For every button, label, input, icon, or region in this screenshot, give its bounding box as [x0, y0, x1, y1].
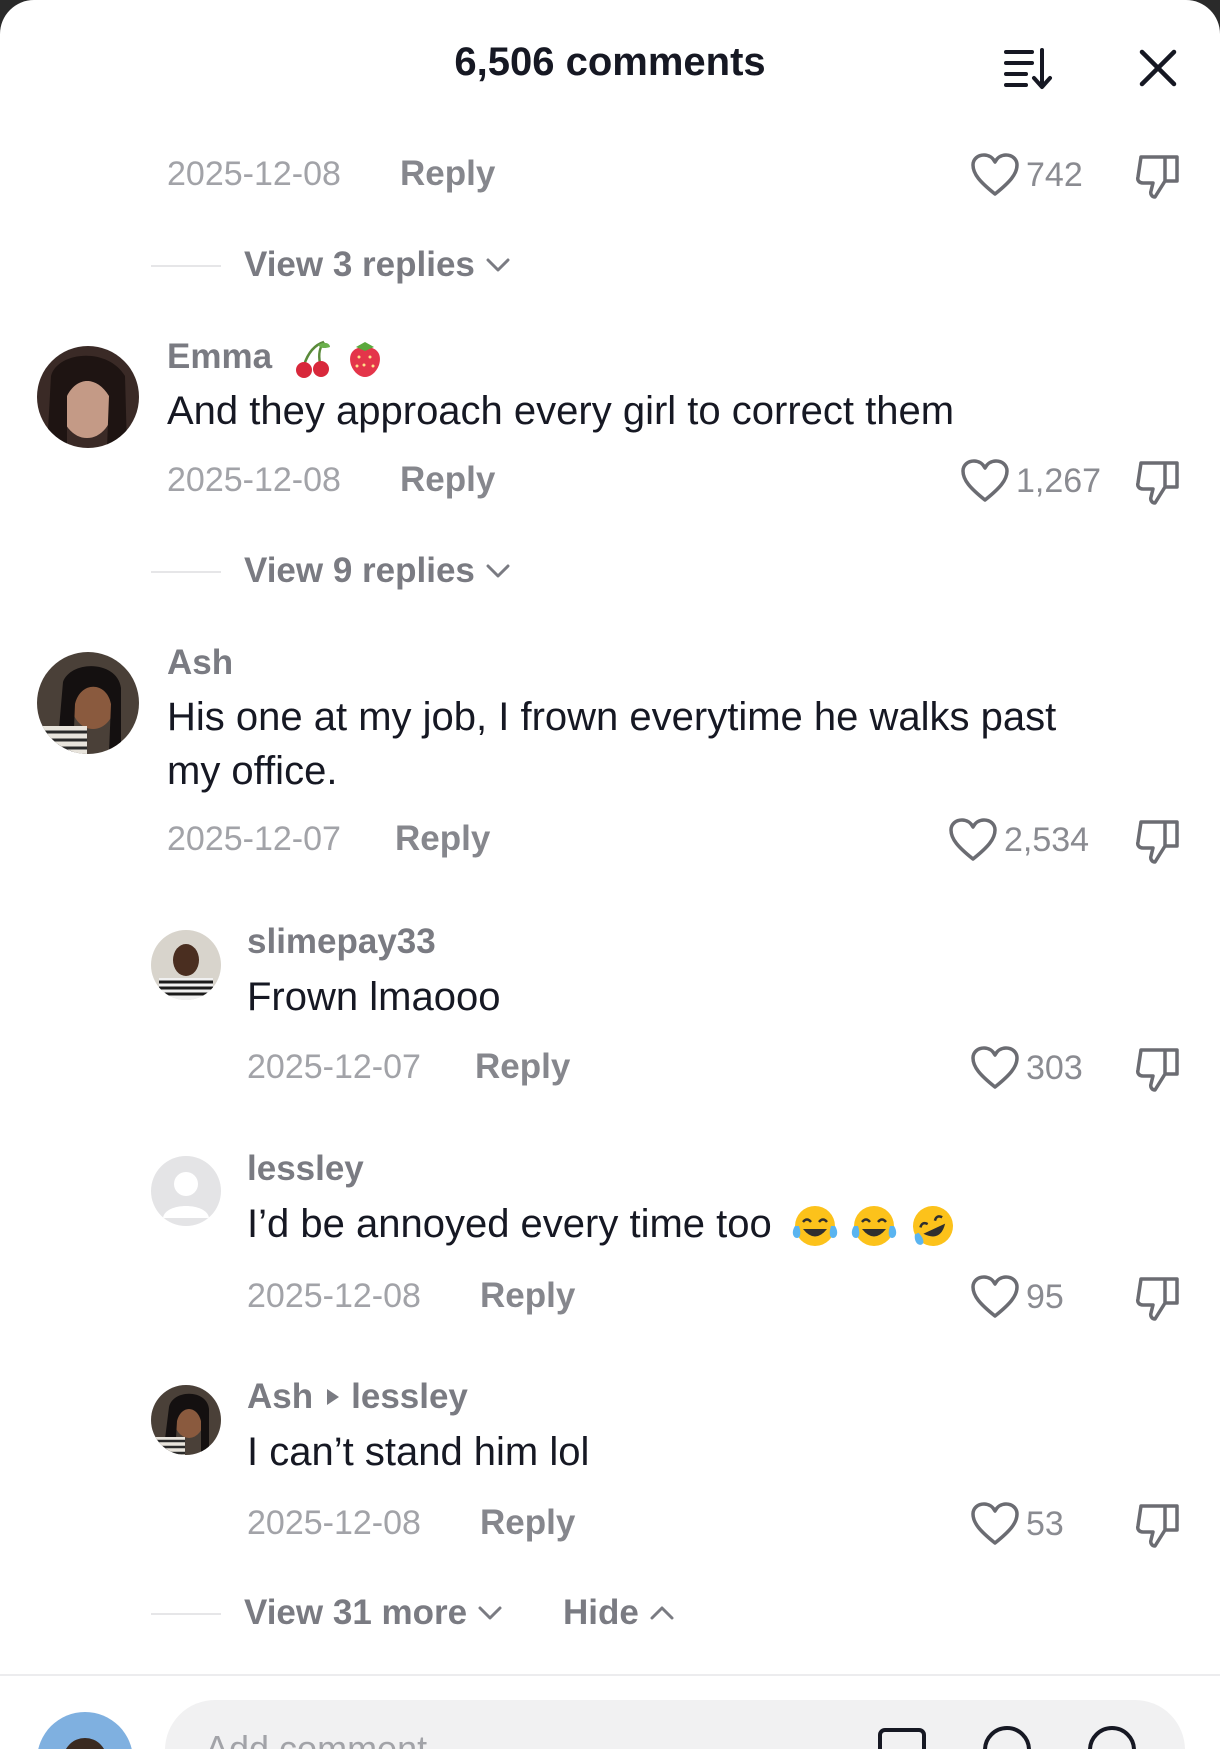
- reply-button[interactable]: Reply: [480, 1276, 575, 1316]
- heart-icon: [971, 1046, 1019, 1089]
- reply-username[interactable]: slimepay33: [247, 922, 436, 962]
- heart-icon: [971, 1275, 1019, 1318]
- heart-icon: [949, 818, 997, 861]
- heart-icon: [971, 153, 1019, 196]
- like-count: 2,534: [1004, 820, 1090, 859]
- view-replies-label: View 9 replies: [244, 551, 475, 590]
- divider: [0, 1674, 1220, 1676]
- image-button[interactable]: [870, 1718, 934, 1749]
- like-button[interactable]: 2,534: [948, 817, 1089, 863]
- emoji-button[interactable]: [1080, 1718, 1144, 1749]
- thumbs-down-icon: [1136, 1504, 1179, 1548]
- chevron-up-icon: [650, 1606, 674, 1620]
- comment-text: And they approach every girl to correct …: [167, 389, 955, 433]
- hide-label: Hide: [563, 1593, 639, 1632]
- reply-button[interactable]: Reply: [395, 819, 490, 859]
- reply-button[interactable]: Reply: [400, 154, 495, 194]
- sort-button[interactable]: [996, 36, 1060, 100]
- comment-text-line: His one at my job, I frown everytime he …: [167, 695, 1057, 739]
- comment-username[interactable]: Ash: [167, 643, 233, 683]
- like-button[interactable]: 742: [970, 152, 1083, 198]
- heart-icon: [971, 1502, 1019, 1545]
- cherry-icon: [295, 340, 330, 378]
- dislike-button[interactable]: [1132, 150, 1184, 202]
- chevron-down-icon: [486, 258, 510, 272]
- like-count: 53: [1026, 1504, 1064, 1543]
- chevron-down-icon: [478, 1606, 502, 1620]
- view-more-button[interactable]: View 31 more: [244, 1593, 503, 1633]
- reply-text: I’d be annoyed every time too: [247, 1197, 957, 1251]
- close-icon: [1139, 49, 1177, 87]
- view-replies-label: View 3 replies: [244, 245, 475, 284]
- dislike-button[interactable]: [1132, 456, 1184, 508]
- reply-date: 2025-12-08: [247, 1504, 421, 1542]
- reply-text: Frown lmaooo: [247, 975, 501, 1019]
- like-count: 303: [1026, 1048, 1083, 1087]
- comment-input-placeholder: Add comment...: [205, 1728, 458, 1749]
- thumbs-down-icon: [1136, 820, 1179, 864]
- mention-icon: [983, 1726, 1031, 1749]
- comment-text: His one at my job, I frown everytime he …: [167, 690, 1056, 798]
- thumbs-down-icon: [1136, 461, 1179, 505]
- reply-text-content: I’d be annoyed every time too: [247, 1202, 772, 1246]
- thumbs-down-icon: [1136, 1048, 1179, 1092]
- image-icon: [878, 1728, 926, 1749]
- hide-button[interactable]: Hide: [563, 1593, 675, 1633]
- comment-date: 2025-12-08: [167, 155, 341, 193]
- comment-date: 2025-12-07: [167, 820, 341, 858]
- comment-text-line: my office.: [167, 749, 338, 793]
- dislike-button[interactable]: [1132, 815, 1184, 867]
- like-button[interactable]: 303: [970, 1045, 1083, 1091]
- like-button[interactable]: 53: [970, 1501, 1064, 1547]
- thumbs-down-icon: [1136, 1277, 1179, 1321]
- dislike-button[interactable]: [1132, 1043, 1184, 1095]
- like-button[interactable]: 1,267: [960, 458, 1101, 504]
- reply-to-username: lessley: [351, 1377, 468, 1416]
- mention-button[interactable]: [975, 1718, 1039, 1749]
- heart-icon: [961, 459, 1009, 502]
- reply-button[interactable]: Reply: [475, 1047, 570, 1087]
- comments-sheet: 6,506 comments 2025-12-08 Reply 742 View…: [0, 0, 1220, 1749]
- comment-date: 2025-12-08: [167, 461, 341, 499]
- dislike-button[interactable]: [1132, 1499, 1184, 1551]
- tears-of-joy-icon: [792, 1206, 838, 1247]
- sort-icon: [1004, 48, 1052, 89]
- reply-text: I can’t stand him lol: [247, 1430, 590, 1474]
- close-button[interactable]: [1126, 36, 1190, 100]
- divider: [151, 265, 221, 267]
- like-count: 95: [1026, 1277, 1064, 1316]
- divider: [151, 571, 221, 573]
- avatar[interactable]: [37, 652, 139, 754]
- avatar[interactable]: [151, 1156, 221, 1226]
- avatar[interactable]: [37, 346, 139, 448]
- comments-header: 6,506 comments: [0, 0, 1220, 130]
- reply-button[interactable]: Reply: [400, 460, 495, 500]
- reply-button[interactable]: Reply: [480, 1503, 575, 1543]
- view-more-label: View 31 more: [244, 1593, 468, 1632]
- caret-right-icon: [327, 1389, 340, 1405]
- strawberry-icon: [349, 341, 380, 377]
- like-count: 742: [1026, 155, 1083, 194]
- avatar[interactable]: [151, 930, 221, 1000]
- avatar[interactable]: [151, 1385, 221, 1455]
- my-avatar[interactable]: [37, 1712, 133, 1749]
- reply-username[interactable]: Ash lessley: [247, 1377, 468, 1417]
- reply-date: 2025-12-07: [247, 1048, 421, 1086]
- comment-username[interactable]: Emma: [167, 337, 384, 379]
- thumbs-down-icon: [1136, 155, 1179, 199]
- divider: [151, 1613, 221, 1615]
- chevron-down-icon: [486, 564, 510, 578]
- rolling-laughing-icon: [913, 1206, 954, 1247]
- view-replies-button[interactable]: View 9 replies: [244, 551, 511, 591]
- username-text: Emma: [167, 337, 273, 376]
- reply-author: Ash: [247, 1377, 314, 1416]
- view-replies-button[interactable]: View 3 replies: [244, 245, 511, 285]
- reply-username[interactable]: lessley: [247, 1149, 364, 1189]
- like-count: 1,267: [1016, 461, 1102, 500]
- dislike-button[interactable]: [1132, 1272, 1184, 1324]
- emoji-icon: [1088, 1726, 1136, 1749]
- like-button[interactable]: 95: [970, 1274, 1064, 1320]
- reply-date: 2025-12-08: [247, 1277, 421, 1315]
- tears-of-joy-icon: [851, 1206, 897, 1247]
